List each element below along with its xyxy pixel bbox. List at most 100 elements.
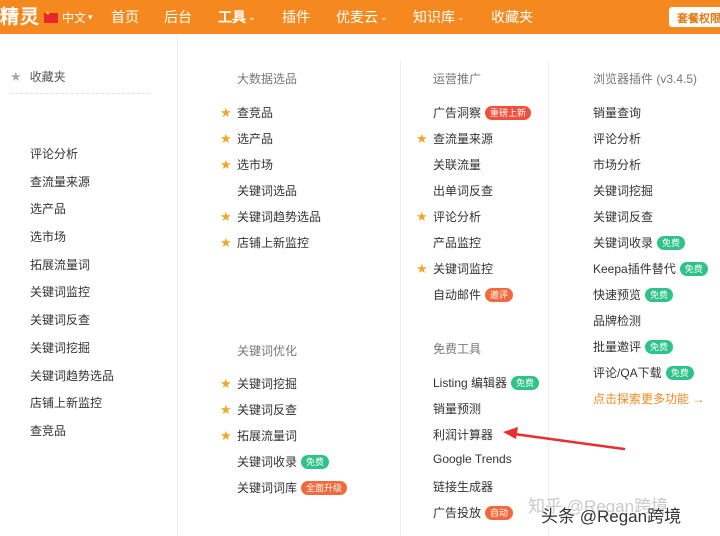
nav-item-2[interactable]: 工具 ⌄ xyxy=(218,7,256,27)
menu-item[interactable]: 关联流量 xyxy=(416,156,481,173)
menu-item[interactable]: 评论分析 xyxy=(593,130,641,147)
menu-item[interactable]: Google Trends xyxy=(433,452,512,466)
menu-item[interactable]: 产品监控 xyxy=(416,234,481,251)
star-icon[interactable]: ★ xyxy=(416,131,433,147)
menu-item[interactable]: ★ 查流量来源 xyxy=(416,130,493,147)
menu-item-label: 拓展流量词 xyxy=(237,429,298,443)
menu-item-label: 关键词反查 xyxy=(593,210,654,224)
sidebar-item[interactable]: 查竞品 xyxy=(30,422,66,439)
nav-item-3[interactable]: 插件 xyxy=(282,7,310,27)
menu-item[interactable]: 广告投放 自动 xyxy=(433,504,514,521)
menu-item-label: 出单词反查 xyxy=(433,184,494,198)
sidebar-item[interactable]: 关键词监控 xyxy=(30,283,90,300)
menu-item[interactable]: Keepa插件替代 免费 xyxy=(593,260,708,277)
menu-item[interactable]: 批量邀评 免费 xyxy=(593,338,674,355)
menu-item[interactable]: 关键词反查 xyxy=(593,208,653,225)
section-title-operations: 运营推广 xyxy=(433,72,482,86)
menu-item-label: 关联流量 xyxy=(433,158,482,172)
nav-item-5[interactable]: 知识库 ⌄ xyxy=(413,7,465,27)
nav-item-0[interactable]: 首页 xyxy=(111,7,139,27)
menu-item-label: 利润计算器 xyxy=(433,428,494,442)
menu-item[interactable]: 关键词词库 全面升级 xyxy=(220,479,348,496)
sidebar-item[interactable]: 拓展流量词 xyxy=(30,256,90,273)
menu-item-label: 关键词挖掘 xyxy=(237,377,298,391)
menu-item-label: 产品监控 xyxy=(433,236,482,250)
menu-item[interactable]: ★ 关键词监控 xyxy=(416,260,493,277)
menu-item-label: 关键词收录 xyxy=(237,455,298,469)
menu-item-label: 关键词选品 xyxy=(237,184,298,198)
menu-item[interactable]: 市场分析 xyxy=(593,156,641,173)
menu-item[interactable]: ★ 店铺上新监控 xyxy=(220,234,309,251)
language-selector[interactable]: 中文 ▾ xyxy=(44,9,93,26)
menu-item-label: 销量预测 xyxy=(433,402,482,416)
menu-item[interactable]: 关键词挖掘 xyxy=(593,182,653,199)
star-icon[interactable]: ★ xyxy=(416,261,433,277)
menu-item[interactable]: 关键词收录 免费 xyxy=(220,453,330,470)
menu-item[interactable]: 评论/QA下载 免费 xyxy=(593,364,694,381)
logo[interactable]: 精灵 xyxy=(0,2,40,29)
menu-item-label: 快速预览 xyxy=(593,288,642,302)
menu-item[interactable]: ★ 选市场 xyxy=(220,156,273,173)
star-icon[interactable]: ★ xyxy=(220,235,237,251)
sidebar-item[interactable]: 店铺上新监控 xyxy=(30,394,102,411)
menu-item[interactable]: 利润计算器 xyxy=(433,426,493,443)
menu-item-label: Google Trends xyxy=(433,452,512,466)
nav-item-label: 优麦云 xyxy=(336,9,378,25)
nav-item-6[interactable]: 收藏夹 xyxy=(491,7,533,27)
menu-item[interactable]: ★ 关键词趋势选品 xyxy=(220,208,321,225)
menu-item[interactable]: ★ 关键词反查 xyxy=(220,401,297,418)
menu-item-label: 查流量来源 xyxy=(433,132,494,146)
menu-item[interactable]: 关键词收录 免费 xyxy=(593,234,686,251)
star-icon[interactable]: ★ xyxy=(220,157,237,173)
menu-item[interactable]: Listing 编辑器 免费 xyxy=(433,374,540,391)
sidebar-item[interactable]: 关键词反查 xyxy=(30,311,90,328)
menu-item[interactable]: ★ 评论分析 xyxy=(416,208,481,225)
menu-item-label: 选产品 xyxy=(237,132,274,146)
star-icon[interactable]: ★ xyxy=(220,131,237,147)
star-icon[interactable]: ★ xyxy=(220,376,237,392)
watermark-toutiao: 头条 @Regan跨境 xyxy=(541,507,682,526)
badge: 免费 xyxy=(645,287,674,302)
chevron-down-icon: ▾ xyxy=(88,12,93,22)
star-icon[interactable]: ★ xyxy=(220,209,237,225)
menu-item[interactable]: 出单词反查 xyxy=(416,182,493,199)
menu-item[interactable]: 销量预测 xyxy=(433,400,481,417)
menu-item[interactable]: ★ 关键词挖掘 xyxy=(220,375,297,392)
sidebar-item[interactable]: 关键词趋势选品 xyxy=(30,367,114,384)
menu-item-label: 店铺上新监控 xyxy=(237,236,310,250)
nav-item-label: 知识库 xyxy=(413,9,455,25)
plugin-title: 浏览器插件 xyxy=(593,72,654,86)
explore-more-link[interactable]: 点击探索更多功能 → xyxy=(593,390,704,407)
nav-item-1[interactable]: 后台 xyxy=(164,7,192,27)
star-icon[interactable]: ★ xyxy=(220,402,237,418)
nav-item-4[interactable]: 优麦云 ⌄ xyxy=(336,7,388,27)
menu-item[interactable]: ★ 拓展流量词 xyxy=(220,427,297,444)
section-title-free-tools: 免费工具 xyxy=(433,342,482,356)
sidebar-item[interactable]: 选市场 xyxy=(30,228,66,245)
menu-item[interactable]: 自动邮件 邀评 xyxy=(416,286,514,303)
badge: 免费 xyxy=(511,375,540,390)
sidebar-item[interactable]: 关键词挖掘 xyxy=(30,339,90,356)
star-icon[interactable]: ★ xyxy=(416,209,433,225)
sidebar-item[interactable]: 选产品 xyxy=(30,200,66,217)
menu-item[interactable]: 广告洞察 重磅上新 xyxy=(416,104,532,121)
sidebar-item[interactable]: 查流量来源 xyxy=(30,173,90,190)
menu-item-label: 品牌检测 xyxy=(593,314,642,328)
sidebar-item[interactable]: 评论分析 xyxy=(30,145,78,162)
menu-item[interactable]: 销量查询 xyxy=(593,104,641,121)
chevron-down-icon: ⌄ xyxy=(248,12,256,22)
china-flag-icon xyxy=(44,10,58,23)
star-icon[interactable]: ★ xyxy=(220,105,237,121)
menu-item[interactable]: 快速预览 免费 xyxy=(593,286,674,303)
menu-item-label: Keepa插件替代 xyxy=(593,262,676,276)
star-icon[interactable]: ★ xyxy=(220,428,237,444)
menu-item[interactable]: ★ 查竞品 xyxy=(220,104,273,121)
badge: 免费 xyxy=(657,235,686,250)
menu-item[interactable]: 关键词选品 xyxy=(220,182,297,199)
plan-permission-button[interactable]: 套餐权限 xyxy=(669,7,720,27)
menu-item[interactable]: ★ 选产品 xyxy=(220,130,273,147)
menu-item-label: 市场分析 xyxy=(593,158,642,172)
menu-item[interactable]: 品牌检测 xyxy=(593,312,641,329)
menu-item[interactable]: 链接生成器 xyxy=(433,478,493,495)
menu-item-label: 关键词趋势选品 xyxy=(237,210,322,224)
